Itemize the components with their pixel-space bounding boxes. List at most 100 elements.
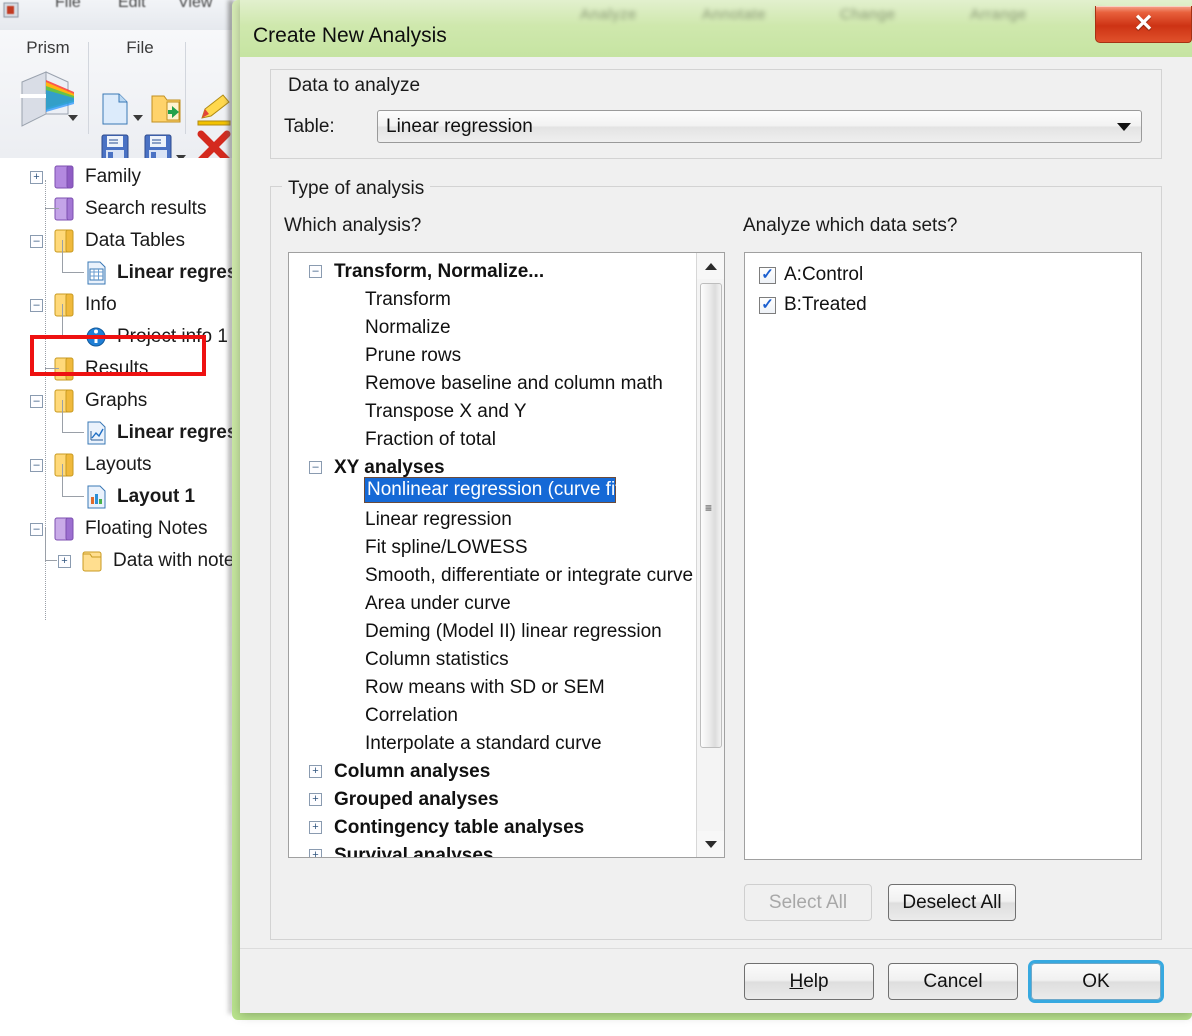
scrollbar-thumb[interactable] (700, 283, 722, 748)
expander-plus-icon[interactable]: + (309, 765, 322, 778)
expander-plus-icon[interactable]: + (309, 793, 322, 806)
tree-node-transpose-xy[interactable]: Transpose X and Y (289, 397, 689, 427)
ghost-text-3: Change (840, 6, 896, 23)
datasets-list[interactable]: ✓ A:Control ✓ B:Treated (744, 252, 1142, 860)
help-button[interactable]: Help (744, 963, 874, 1000)
yellow-folder-icon (54, 293, 74, 317)
tree-item-search-results[interactable]: Search results (30, 194, 206, 224)
tree-node-correlation[interactable]: Correlation (289, 701, 689, 731)
tree-node-remove-baseline[interactable]: Remove baseline and column math (289, 369, 689, 399)
expander-minus-icon[interactable]: – (30, 522, 43, 536)
tree-node-label: Fraction of total (365, 429, 496, 450)
tree-item-layout-1[interactable]: Layout 1 (85, 482, 195, 512)
footer-divider (240, 948, 1192, 949)
new-file-caret-icon[interactable] (133, 108, 143, 126)
expander-plus-icon[interactable]: + (30, 170, 43, 184)
table-select-value: Linear regression (386, 115, 533, 137)
prism-dropdown-caret-icon[interactable] (68, 108, 78, 126)
tree-node-deming-regression[interactable]: Deming (Model II) linear regression (289, 617, 689, 647)
graph-icon (87, 421, 106, 445)
cancel-button[interactable]: Cancel (888, 963, 1018, 1000)
tree-item-layouts[interactable]: – Layouts (30, 450, 152, 480)
data-table-icon (87, 261, 106, 285)
tree-node-row-means[interactable]: Row means with SD or SEM (289, 673, 689, 703)
expander-minus-icon[interactable]: – (30, 234, 43, 248)
scroll-down-icon[interactable] (697, 831, 724, 857)
expander-plus-icon[interactable]: + (58, 554, 71, 568)
close-glyph: ✕ (1133, 10, 1154, 37)
analysis-list-scrollbar[interactable]: ≡ (696, 253, 724, 857)
purple-book-icon (54, 517, 74, 541)
ok-button[interactable]: OK (1028, 960, 1164, 1003)
tree-connector (62, 400, 63, 432)
new-file-icon[interactable] (100, 92, 130, 131)
tree-node-fraction-of-total[interactable]: Fraction of total (289, 425, 689, 455)
datasets-label: Analyze which data sets? (743, 215, 958, 236)
yellow-folder-icon (82, 551, 102, 572)
dialog-title-bar[interactable]: Analyze Annotate Change Arrange Draw Cre… (240, 0, 1192, 57)
analysis-type-tree[interactable]: – Transform, Normalize... Transform Norm… (288, 252, 725, 858)
tree-item-linear-regression-graph[interactable]: Linear regress (85, 418, 248, 448)
tree-item-data-tables[interactable]: – Data Tables (30, 226, 185, 256)
tree-node-prune-rows[interactable]: Prune rows (289, 341, 689, 371)
tree-item-floating-notes[interactable]: – Floating Notes (30, 514, 208, 544)
tree-node-area-under-curve[interactable]: Area under curve (289, 589, 689, 619)
expander-minus-icon[interactable]: – (309, 461, 322, 474)
tree-node-label: Grouped analyses (334, 789, 499, 810)
expander-minus-icon[interactable]: – (30, 458, 43, 472)
ghost-text-2: Annotate (702, 6, 767, 23)
select-all-button[interactable]: Select All (744, 884, 872, 921)
tree-item-label: Floating Notes (85, 518, 208, 539)
menu-view[interactable]: View (178, 0, 212, 12)
help-label: Help (789, 971, 828, 993)
tree-node-linear-regression[interactable]: Linear regression (289, 505, 689, 535)
tree-item-data-with-notes[interactable]: + Data with note (58, 546, 234, 576)
tree-node-column-statistics[interactable]: Column statistics (289, 645, 689, 675)
tree-connector (45, 208, 59, 209)
tree-node-survival-analyses[interactable]: + Survival analyses (289, 841, 689, 857)
tree-node-label: Interpolate a standard curve (365, 733, 602, 754)
menu-edit[interactable]: Edit (118, 0, 146, 12)
table-select[interactable]: Linear regression (377, 110, 1142, 143)
expander-minus-icon[interactable]: – (30, 298, 43, 312)
tree-node-label: Prune rows (365, 345, 462, 366)
tree-item-family[interactable]: + Family (30, 162, 141, 192)
tree-node-label: Area under curve (365, 593, 511, 614)
tree-node-label: Linear regression (365, 509, 512, 530)
tree-node-label: Normalize (365, 317, 451, 338)
chevron-down-icon[interactable] (1117, 122, 1131, 131)
tree-node-interpolate-standard-curve[interactable]: Interpolate a standard curve (289, 729, 689, 759)
expander-plus-icon[interactable]: + (309, 821, 322, 834)
dataset-row-b-treated[interactable]: ✓ B:Treated (759, 291, 867, 319)
menu-file[interactable]: File (55, 0, 81, 12)
tree-node-normalize[interactable]: Normalize (289, 313, 689, 343)
checkbox-b-treated[interactable]: ✓ (759, 296, 776, 314)
tree-node-transform-normalize[interactable]: – Transform, Normalize... (289, 257, 689, 287)
type-of-analysis-legend: Type of analysis (282, 178, 431, 200)
tree-node-transform[interactable]: Transform (289, 285, 689, 315)
tree-node-contingency-table-analyses[interactable]: + Contingency table analyses (289, 813, 689, 843)
tree-node-grouped-analyses[interactable]: + Grouped analyses (289, 785, 689, 815)
close-icon[interactable]: ✕ (1095, 6, 1192, 43)
tree-item-linear-regression-table[interactable]: Linear regress (85, 258, 248, 288)
tree-node-label: Column statistics (365, 649, 509, 670)
checkbox-a-control[interactable]: ✓ (759, 266, 776, 284)
open-folder-icon[interactable] (150, 92, 182, 131)
scroll-up-icon[interactable] (697, 253, 724, 279)
data-to-analyze-legend: Data to analyze (282, 75, 427, 97)
tree-node-label: Transform, Normalize... (334, 261, 545, 282)
ribbon-group-prism-label: Prism (26, 38, 70, 57)
tree-node-nonlinear-regression[interactable]: Nonlinear regression (curve fit) (364, 477, 627, 503)
expander-plus-icon[interactable]: + (309, 849, 322, 857)
tree-item-graphs[interactable]: – Graphs (30, 386, 147, 416)
yellow-folder-icon (54, 453, 74, 477)
tree-node-smooth-differentiate[interactable]: Smooth, differentiate or integrate curve (289, 561, 693, 591)
tree-node-fit-spline-lowess[interactable]: Fit spline/LOWESS (289, 533, 689, 563)
expander-minus-icon[interactable]: – (309, 265, 322, 278)
tree-node-column-analyses[interactable]: + Column analyses (289, 757, 689, 787)
tree-node-label: Transpose X and Y (365, 401, 527, 422)
expander-minus-icon[interactable]: – (30, 394, 43, 408)
tree-item-info[interactable]: – Info (30, 290, 117, 320)
dataset-row-a-control[interactable]: ✓ A:Control (759, 261, 863, 289)
deselect-all-button[interactable]: Deselect All (888, 884, 1016, 921)
